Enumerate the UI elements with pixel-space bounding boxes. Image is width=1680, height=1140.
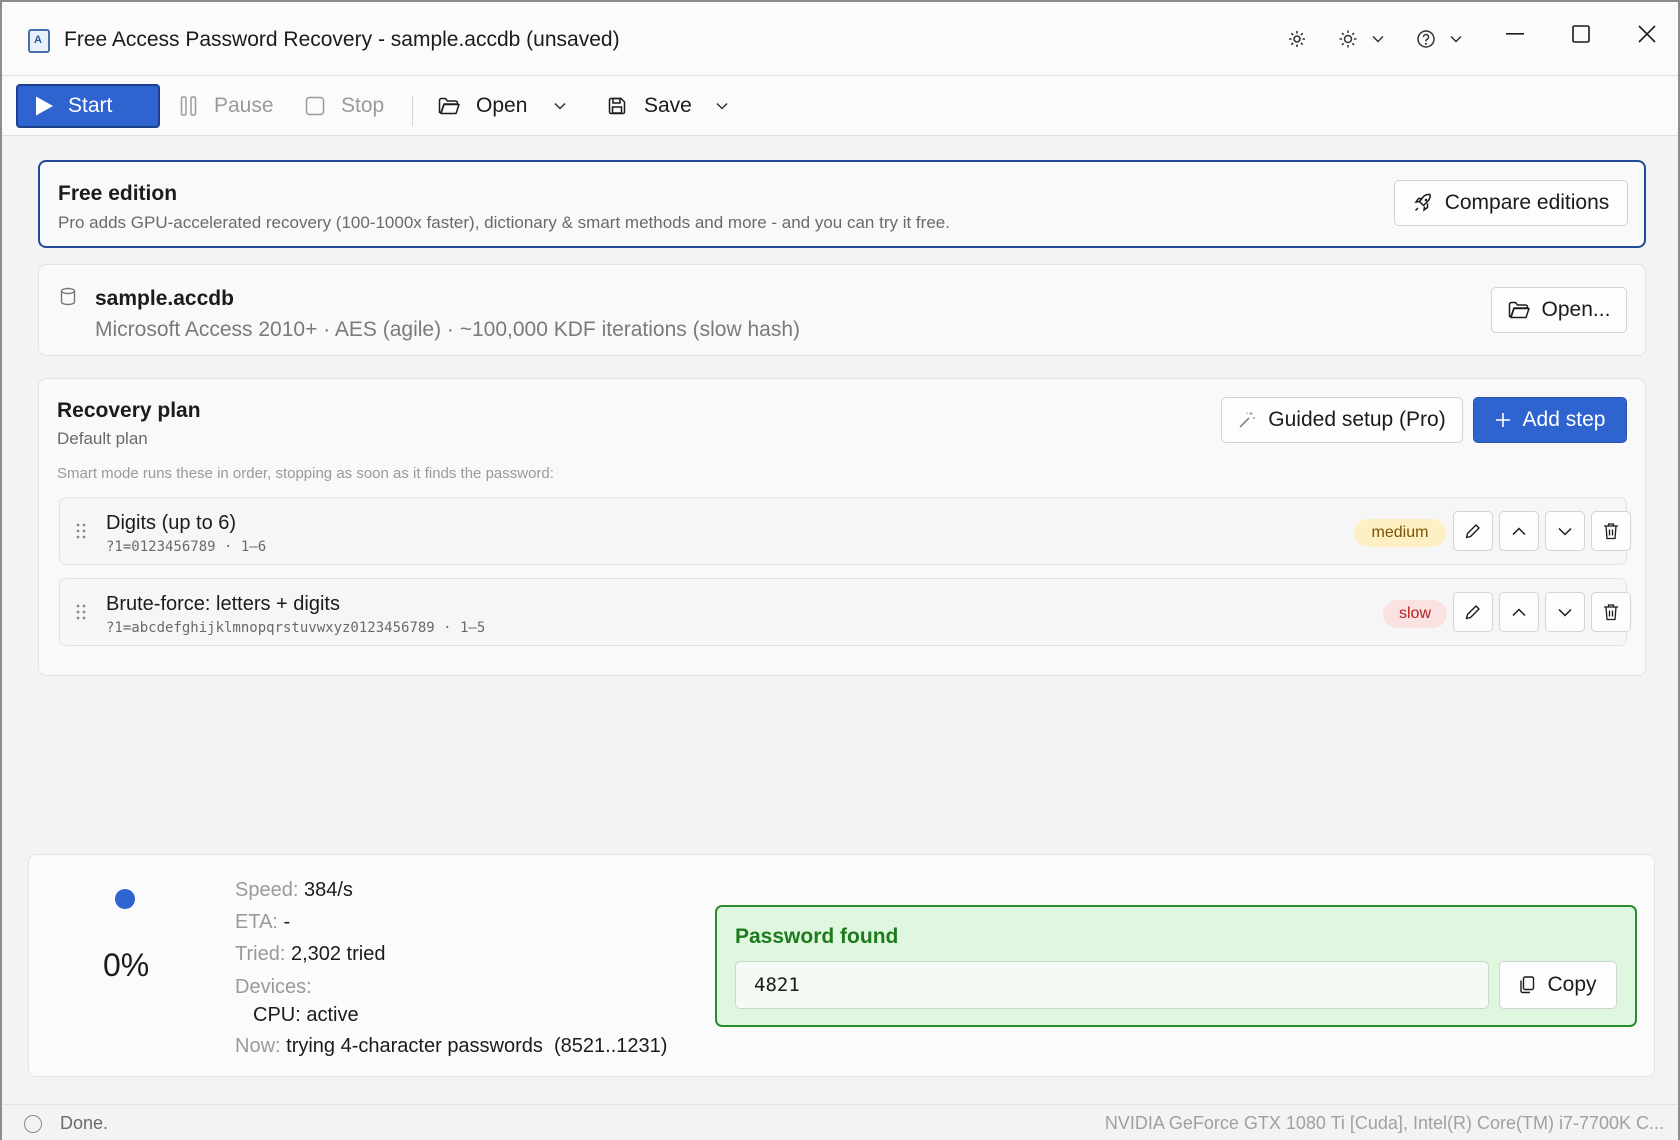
drag-handle-icon[interactable] xyxy=(76,522,86,545)
window-title: Free Access Password Recovery - sample.a… xyxy=(64,28,620,51)
recovery-plan-card: Recovery plan Default plan Smart mode ru… xyxy=(38,378,1646,676)
open-chevron-down-icon[interactable] xyxy=(554,84,566,128)
progress-panel: 0% Speed: 384/s ETA: - Tried: 2,302 trie… xyxy=(28,854,1655,1077)
open-button[interactable]: Open xyxy=(438,84,527,128)
cpu-stat: CPU: active xyxy=(253,1004,359,1026)
status-bar: Done. NVIDIA GeForce GTX 1080 Ti [Cuda],… xyxy=(2,1104,1678,1140)
stop-icon xyxy=(305,96,325,116)
plan-title: Recovery plan xyxy=(57,399,201,422)
minimize-icon[interactable] xyxy=(1487,12,1543,56)
step-name: Digits (up to 6) xyxy=(106,512,237,534)
move-up-button[interactable] xyxy=(1499,511,1539,551)
rocket-icon xyxy=(1413,193,1433,213)
step-mask: ?1=0123456789 · 1–6 xyxy=(106,539,267,555)
add-step-button[interactable]: Add step xyxy=(1473,397,1627,443)
save-chevron-down-icon[interactable] xyxy=(716,84,728,128)
status-circle-icon xyxy=(24,1115,42,1133)
pencil-icon xyxy=(1464,522,1482,540)
play-icon xyxy=(34,95,54,117)
guided-setup-button[interactable]: Guided setup (Pro) xyxy=(1221,397,1463,443)
gear-icon[interactable] xyxy=(1282,24,1312,54)
chevron-up-icon xyxy=(1512,607,1526,617)
chevron-up-icon xyxy=(1512,526,1526,536)
maximize-icon[interactable] xyxy=(1553,12,1609,56)
edition-title: Free edition xyxy=(58,182,178,205)
eta-stat: ETA: - xyxy=(235,911,291,933)
speed-badge: medium xyxy=(1354,519,1446,547)
folder-icon xyxy=(438,97,460,115)
magic-wand-icon xyxy=(1238,411,1256,429)
speed-stat: Speed: 384/s xyxy=(235,879,353,901)
file-description: Microsoft Access 2010+ · AES (agile) · ~… xyxy=(95,318,800,341)
edit-step-button[interactable] xyxy=(1453,511,1493,551)
drag-handle-icon[interactable] xyxy=(76,603,86,626)
progress-indicator xyxy=(115,889,135,909)
floppy-icon xyxy=(608,97,626,115)
plan-step[interactable]: Digits (up to 6) ?1=0123456789 · 1–6 med… xyxy=(59,497,1631,565)
compare-editions-button[interactable]: Compare editions xyxy=(1394,180,1628,226)
delete-step-button[interactable] xyxy=(1591,592,1631,632)
toolbar: Start Pause Stop Open Save xyxy=(2,76,1678,136)
edition-banner: Free edition Pro adds GPU-accelerated re… xyxy=(38,160,1646,248)
database-icon xyxy=(59,287,77,312)
chevron-down-icon xyxy=(1558,608,1572,617)
app-icon xyxy=(28,29,50,53)
file-open-button[interactable]: Open... xyxy=(1491,287,1627,333)
move-down-button[interactable] xyxy=(1545,511,1585,551)
plus-icon xyxy=(1495,412,1511,428)
app-window: Free Access Password Recovery - sample.a… xyxy=(0,0,1680,1140)
speed-badge: slow xyxy=(1383,600,1447,628)
delete-step-button[interactable] xyxy=(1591,511,1631,551)
plan-subtitle: Default plan xyxy=(57,429,148,448)
folder-icon xyxy=(1508,301,1530,319)
chevron-down-icon xyxy=(1558,527,1572,536)
stop-button[interactable]: Stop xyxy=(305,84,384,128)
step-mask: ?1=abcdefghijklmnopqrstuvwxyz0123456789 … xyxy=(106,620,486,636)
title-bar: Free Access Password Recovery - sample.a… xyxy=(2,2,1678,76)
start-button[interactable]: Start xyxy=(16,84,160,128)
now-stat: Now: trying 4-character passwords (8521.… xyxy=(235,1035,668,1057)
trash-icon xyxy=(1603,603,1619,621)
sun-icon[interactable] xyxy=(1333,24,1363,54)
pause-button[interactable]: Pause xyxy=(180,84,274,128)
theme-chevron-down-icon[interactable] xyxy=(1369,26,1387,52)
move-up-button[interactable] xyxy=(1499,592,1539,632)
password-found-title: Password found xyxy=(735,925,899,948)
close-icon[interactable] xyxy=(1619,12,1675,56)
copy-icon xyxy=(1519,976,1535,994)
trash-icon xyxy=(1603,522,1619,540)
progress-percent: 0% xyxy=(103,947,150,983)
password-found-box: Password found 4821 Copy xyxy=(715,905,1637,1027)
tried-stat: Tried: 2,302 tried xyxy=(235,943,386,965)
status-text: Done. xyxy=(60,1113,109,1133)
copy-button[interactable]: Copy xyxy=(1499,961,1617,1009)
move-down-button[interactable] xyxy=(1545,592,1585,632)
file-name: sample.accdb xyxy=(95,287,234,310)
devices-stat: Devices: xyxy=(235,976,312,998)
device-list: NVIDIA GeForce GTX 1080 Ti [Cuda], Intel… xyxy=(1104,1113,1664,1133)
toolbar-separator xyxy=(412,96,413,126)
plan-hint: Smart mode runs these in order, stopping… xyxy=(57,465,554,482)
save-button[interactable]: Save xyxy=(608,84,692,128)
pencil-icon xyxy=(1464,603,1482,621)
edition-description: Pro adds GPU-accelerated recovery (100-1… xyxy=(58,213,950,232)
plan-step[interactable]: Brute-force: letters + digits ?1=abcdefg… xyxy=(59,578,1631,646)
pause-icon xyxy=(180,96,198,116)
edit-step-button[interactable] xyxy=(1453,592,1493,632)
file-card: sample.accdb Microsoft Access 2010+ · AE… xyxy=(38,264,1646,356)
password-field[interactable]: 4821 xyxy=(735,961,1489,1009)
step-name: Brute-force: letters + digits xyxy=(106,593,340,615)
help-chevron-down-icon[interactable] xyxy=(1447,26,1465,52)
help-icon[interactable] xyxy=(1411,24,1441,54)
